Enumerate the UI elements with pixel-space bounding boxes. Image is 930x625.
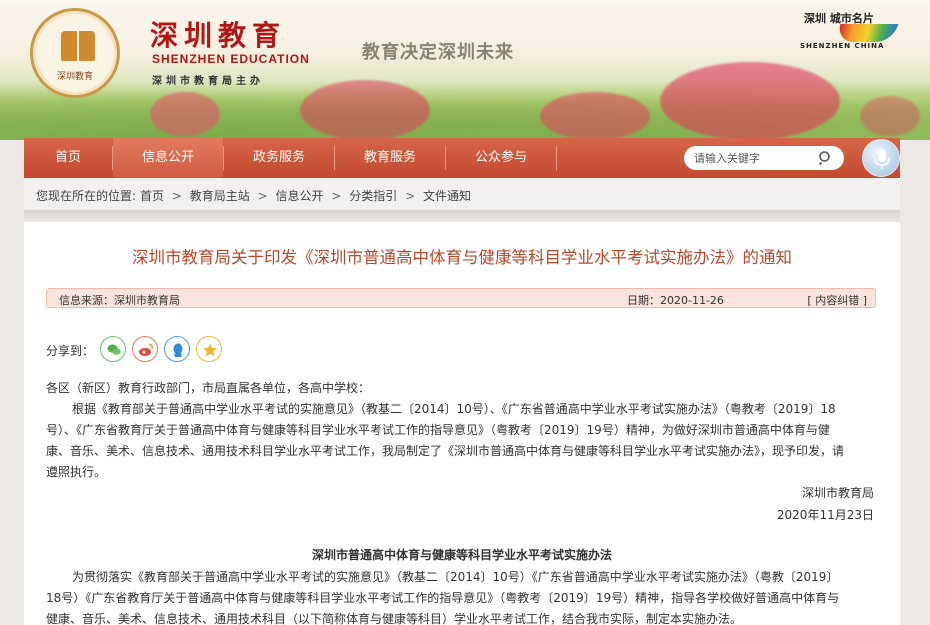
signature-date: 2020年11月23日: [776, 508, 874, 522]
banner-flowers: [300, 80, 430, 140]
date-label: 日期：: [627, 294, 660, 307]
banner-flowers: [150, 92, 220, 136]
paragraph-line: 根据《教育部关于普通高中学业水平考试的实施意见》（教基二〔2014〕10号）、《…: [72, 402, 836, 416]
article-source: 信息来源：深圳市教育局: [59, 292, 180, 308]
nav-item-public-participation[interactable]: 公众参与: [446, 138, 556, 178]
breadcrumb-separator: >: [257, 189, 268, 203]
article-date: 日期：2020-11-26: [627, 292, 724, 308]
rainbow-wave-icon: [835, 24, 899, 42]
search-icon[interactable]: [818, 150, 834, 166]
seal-text: 深圳教育: [56, 72, 93, 82]
shenzhen-city-logo: 深圳 城市名片 SHENZHEN CHINA: [798, 10, 902, 58]
breadcrumb-item-home[interactable]: 首页: [140, 189, 164, 203]
article-title: 深圳市教育局关于印发《深圳市普通高中体育与健康等科目学业水平考试实施办法》的通知: [132, 248, 792, 267]
nav-item-info-public[interactable]: 信息公开: [113, 138, 223, 178]
paragraph-line: 康、音乐、美术、信息技术、通用技术科目学业水平考试工作，我局制定了《深圳市普通高…: [46, 444, 845, 458]
source-label: 信息来源：: [59, 294, 114, 307]
share-favorite-button[interactable]: [196, 336, 222, 362]
banner-flowers: [660, 62, 840, 140]
wechat-icon: [107, 344, 121, 355]
slogan: 教育决定深圳未来: [362, 42, 514, 63]
voice-search-button[interactable]: [862, 139, 900, 177]
nav-divider: [556, 146, 557, 170]
article-container: 深圳市教育局关于印发《深圳市普通高中体育与健康等科目学业水平考试实施办法》的通知…: [24, 222, 900, 625]
divider-strip: [24, 210, 900, 222]
date-value: 2020-11-26: [660, 294, 724, 307]
banner-flowers: [860, 96, 920, 136]
share-label: 分享到：: [46, 344, 95, 358]
salutation: 各区（新区）教育行政部门，市局直属各单位，各高中学校：: [46, 381, 371, 395]
banner-flowers: [540, 92, 650, 140]
share-qq-button[interactable]: [164, 336, 190, 362]
book-icon: [61, 31, 95, 61]
breadcrumb-item-notices[interactable]: 文件通知: [423, 189, 471, 203]
breadcrumb-separator: >: [405, 189, 416, 203]
error-report-link[interactable]: [ 内容纠错 ]: [807, 292, 867, 308]
search-box: [684, 146, 844, 170]
breadcrumb-item-info-public[interactable]: 信息公开: [276, 189, 324, 203]
article-info-bar: 信息来源：深圳市教育局 日期：2020-11-26 [ 内容纠错 ]: [46, 288, 876, 308]
paragraph-line: 18号）《广东省教育厅关于普通高中体育与健康等科目学业水平考试工作的指导意见》（…: [46, 591, 840, 605]
nav-item-edu-service[interactable]: 教育服务: [335, 138, 445, 178]
paragraph-line: 健康、音乐、美术、信息技术、通用技术科目（以下简称体育与健康等科目）学业水平考试…: [46, 612, 743, 625]
site-title-en: SHENZHEN EDUCATION: [152, 52, 310, 66]
breadcrumb-item-main-site[interactable]: 教育局主站: [190, 189, 250, 203]
breadcrumb-item-category[interactable]: 分类指引: [349, 189, 397, 203]
paragraph-line: 遵照执行。: [46, 465, 107, 479]
city-logo-en: SHENZHEN CHINA: [800, 42, 885, 50]
breadcrumb-bar: 您现在所在的位置: 首页 > 教育局主站 > 信息公开 > 分类指引 > 文件通知: [24, 178, 900, 210]
nav-item-gov-service[interactable]: 政务服务: [224, 138, 334, 178]
education-seal-logo[interactable]: 深圳教育: [30, 8, 120, 98]
signature: 深圳市教育局: [801, 486, 874, 500]
breadcrumb-prefix: 您现在所在的位置:: [36, 189, 137, 203]
source-value: 深圳市教育局: [114, 294, 180, 307]
paragraph-line: 号）、《广东省教育厅关于普通高中体育与健康等科目学业水平考试工作的指导意见》（粤…: [46, 423, 830, 437]
breadcrumb: 您现在所在的位置: 首页 > 教育局主站 > 信息公开 > 分类指引 > 文件通知: [36, 187, 475, 204]
breadcrumb-separator: >: [331, 189, 342, 203]
share-wechat-button[interactable]: [100, 336, 126, 362]
attachment-title: 深圳市普通高中体育与健康等科目学业水平考试实施办法: [311, 548, 612, 562]
site-title: 深圳教育: [150, 19, 287, 52]
nav-item-home[interactable]: 首页: [24, 138, 112, 178]
share-weibo-button[interactable]: [132, 336, 158, 362]
search-input[interactable]: [694, 149, 814, 167]
qq-icon: [173, 343, 183, 357]
favorite-icon: [203, 343, 217, 357]
paragraph-line: 为贯彻落实《教育部关于普通高中学业水平考试的实施意见》（教基二〔2014〕10号…: [72, 570, 839, 584]
site-subtitle: 深圳市教育局主办: [152, 76, 264, 87]
microphone-icon: [874, 149, 890, 169]
breadcrumb-separator: >: [171, 189, 182, 203]
weibo-icon: [139, 343, 153, 356]
header-banner: 深圳教育 深圳教育 SHENZHEN EDUCATION 深圳市教育局主办 教育…: [0, 0, 930, 140]
main-nav: 首页 信息公开 政务服务 教育服务 公众参与: [24, 138, 900, 178]
